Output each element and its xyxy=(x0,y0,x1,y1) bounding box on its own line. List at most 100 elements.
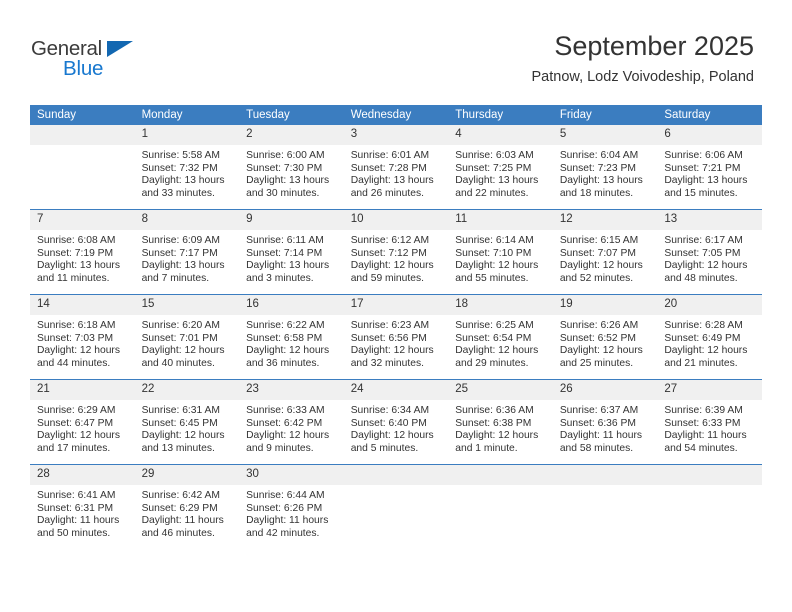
calendar-day-cell[interactable]: 20 Sunrise: 6:28 AM Sunset: 6:49 PM Dayligh… xyxy=(657,294,762,380)
day-detail-line: Sunrise: 6:28 AM xyxy=(664,320,743,331)
day-details xyxy=(30,145,135,150)
day-detail-line: and 55 minutes. xyxy=(455,272,529,284)
calendar-day-cell[interactable]: 23 Sunrise: 6:33 AM Sunset: 6:42 PM Dayligh… xyxy=(239,379,344,465)
day-detail-line: and 3 minutes. xyxy=(246,272,314,284)
day-detail-line: Daylight: 11 hours xyxy=(559,430,643,442)
calendar-day-cell[interactable]: 10 Sunrise: 6:12 AM Sunset: 7:12 PM Dayligh… xyxy=(343,209,449,295)
calendar-day-cell[interactable]: 27 Sunrise: 6:39 AM Sunset: 6:33 PM Dayligh… xyxy=(657,379,762,465)
calendar-day-cell[interactable]: 24 Sunrise: 6:34 AM Sunset: 6:40 PM Dayligh… xyxy=(343,379,449,465)
calendar-day-cell[interactable]: 2 Sunrise: 6:00 AM Sunset: 7:30 PM Daylight… xyxy=(239,125,344,210)
calendar-day-cell[interactable]: 21 Sunrise: 6:29 AM Sunset: 6:47 PM Dayligh… xyxy=(30,379,135,465)
day-detail-line: and 21 minutes. xyxy=(664,357,738,369)
day-detail-line: Sunset: 7:03 PM xyxy=(37,332,114,344)
day-detail-line: and 59 minutes. xyxy=(350,272,424,284)
day-number: 18 xyxy=(448,295,553,315)
calendar-day-cell[interactable]: 19 Sunrise: 6:26 AM Sunset: 6:52 PM Dayligh… xyxy=(552,294,658,380)
calendar-day-cell[interactable]: 4 Sunrise: 6:03 AM Sunset: 7:25 PM Daylight… xyxy=(448,125,553,210)
day-detail-line: Sunset: 7:17 PM xyxy=(141,247,218,259)
calendar-day-cell[interactable]: 26 Sunrise: 6:37 AM Sunset: 6:36 PM Dayligh… xyxy=(552,379,658,465)
day-detail-line: Sunrise: 6:31 AM xyxy=(141,405,220,416)
day-detail-line: Sunrise: 6:04 AM xyxy=(559,150,639,161)
day-detail-line: Sunrise: 6:29 AM xyxy=(37,405,116,416)
day-detail-line: Daylight: 12 hours xyxy=(246,345,330,357)
day-detail-line: Sunset: 7:10 PM xyxy=(455,247,532,259)
logo-text-blue: Blue xyxy=(63,57,104,80)
day-number: 3 xyxy=(343,125,449,145)
day-detail-line: Daylight: 13 hours xyxy=(246,175,330,187)
calendar-day-cell[interactable]: 15 Sunrise: 6:20 AM Sunset: 7:01 PM Dayligh… xyxy=(134,294,240,380)
calendar-day-cell[interactable]: 30 Sunrise: 6:44 AM Sunset: 6:26 PM Dayligh… xyxy=(239,464,344,549)
general-blue-logo: General Blue xyxy=(31,37,151,83)
calendar-day-cell[interactable]: 12 Sunrise: 6:15 AM Sunset: 7:07 PM Dayligh… xyxy=(552,209,658,295)
day-detail-line: and 46 minutes. xyxy=(141,527,215,539)
day-detail-line: and 50 minutes. xyxy=(37,527,111,539)
day-details: Sunrise: 6:29 AM Sunset: 6:47 PM Daylight:… xyxy=(30,400,135,455)
calendar-day-cell[interactable]: 17 Sunrise: 6:23 AM Sunset: 6:56 PM Dayligh… xyxy=(343,294,449,380)
calendar-day-cell[interactable]: 5 Sunrise: 6:04 AM Sunset: 7:23 PM Daylight… xyxy=(552,125,658,210)
calendar-cell-empty xyxy=(30,125,135,210)
calendar-week-row: 28 Sunrise: 6:41 AM Sunset: 6:31 PM Dayligh… xyxy=(30,464,762,549)
day-number: 26 xyxy=(552,380,658,400)
day-detail-line: Sunset: 6:33 PM xyxy=(664,417,741,429)
day-number: 19 xyxy=(552,295,658,315)
day-number: 12 xyxy=(552,210,658,230)
day-details: Sunrise: 6:03 AM Sunset: 7:25 PM Daylight:… xyxy=(448,145,553,200)
calendar-day-cell[interactable]: 3 Sunrise: 6:01 AM Sunset: 7:28 PM Daylight… xyxy=(343,125,449,210)
day-detail-line: Sunset: 7:01 PM xyxy=(141,332,218,344)
day-detail-line: and 5 minutes. xyxy=(350,442,419,454)
day-detail-line: and 33 minutes. xyxy=(141,187,215,199)
calendar-day-cell[interactable]: 25 Sunrise: 6:36 AM Sunset: 6:38 PM Dayligh… xyxy=(448,379,553,465)
day-number: 2 xyxy=(239,125,344,145)
day-details: Sunrise: 6:34 AM Sunset: 6:40 PM Daylight:… xyxy=(344,400,449,455)
day-number: 10 xyxy=(343,210,449,230)
calendar-day-cell[interactable]: 8 Sunrise: 6:09 AM Sunset: 7:17 PM Daylight… xyxy=(134,209,240,295)
day-detail-line: Sunrise: 6:41 AM xyxy=(37,490,116,501)
day-detail-line: Daylight: 13 hours xyxy=(246,260,330,272)
day-detail-line: Sunset: 7:21 PM xyxy=(664,162,741,174)
day-detail-line: Daylight: 13 hours xyxy=(141,175,225,187)
calendar-day-cell[interactable]: 22 Sunrise: 6:31 AM Sunset: 6:45 PM Dayligh… xyxy=(134,379,240,465)
day-number: 11 xyxy=(448,210,553,230)
day-details xyxy=(657,485,762,490)
day-detail-line: Sunset: 7:05 PM xyxy=(664,247,741,259)
day-number: 28 xyxy=(30,465,135,485)
calendar-body: 1 Sunrise: 5:58 AM Sunset: 7:32 PM Daylight… xyxy=(30,125,762,549)
calendar-day-cell[interactable]: 9 Sunrise: 6:11 AM Sunset: 7:14 PM Daylight… xyxy=(239,209,344,295)
day-detail-line: Sunrise: 6:23 AM xyxy=(350,320,430,331)
calendar-day-cell[interactable]: 16 Sunrise: 6:22 AM Sunset: 6:58 PM Dayligh… xyxy=(239,294,344,380)
calendar-day-cell[interactable]: 13 Sunrise: 6:17 AM Sunset: 7:05 PM Dayligh… xyxy=(657,209,762,295)
day-number: 5 xyxy=(552,125,658,145)
calendar-day-cell[interactable]: 6 Sunrise: 6:06 AM Sunset: 7:21 PM Daylight… xyxy=(657,125,762,210)
day-detail-line: Sunrise: 6:18 AM xyxy=(37,320,116,331)
calendar-week-row: 14 Sunrise: 6:18 AM Sunset: 7:03 PM Dayligh… xyxy=(30,294,762,380)
calendar-day-cell[interactable]: 18 Sunrise: 6:25 AM Sunset: 6:54 PM Dayligh… xyxy=(448,294,553,380)
day-detail-line: and 17 minutes. xyxy=(37,442,111,454)
day-detail-line: Sunrise: 6:15 AM xyxy=(559,235,639,246)
day-detail-line: Daylight: 11 hours xyxy=(141,515,224,527)
day-number xyxy=(448,465,553,485)
day-detail-line: Sunrise: 6:26 AM xyxy=(559,320,639,331)
day-detail-line: Daylight: 12 hours xyxy=(455,430,539,442)
calendar-day-cell[interactable]: 1 Sunrise: 5:58 AM Sunset: 7:32 PM Daylight… xyxy=(134,125,240,210)
calendar-day-cell[interactable]: 14 Sunrise: 6:18 AM Sunset: 7:03 PM Dayligh… xyxy=(30,294,135,380)
day-detail-line: Sunset: 6:29 PM xyxy=(141,502,218,514)
day-detail-line: and 15 minutes. xyxy=(664,187,738,199)
day-detail-line: Sunset: 6:52 PM xyxy=(559,332,636,344)
calendar-day-cell[interactable]: 11 Sunrise: 6:14 AM Sunset: 7:10 PM Dayligh… xyxy=(448,209,553,295)
day-detail-line: Sunrise: 6:17 AM xyxy=(664,235,743,246)
day-detail-line: and 36 minutes. xyxy=(246,357,320,369)
day-detail-line: and 22 minutes. xyxy=(455,187,529,199)
day-details: Sunrise: 5:58 AM Sunset: 7:32 PM Daylight:… xyxy=(135,145,240,200)
calendar-day-cell[interactable]: 7 Sunrise: 6:08 AM Sunset: 7:19 PM Daylight… xyxy=(30,209,135,295)
calendar-day-cell[interactable]: 29 Sunrise: 6:42 AM Sunset: 6:29 PM Dayligh… xyxy=(134,464,240,549)
day-details: Sunrise: 6:37 AM Sunset: 6:36 PM Daylight:… xyxy=(553,400,658,455)
calendar-day-cell[interactable]: 28 Sunrise: 6:41 AM Sunset: 6:31 PM Dayligh… xyxy=(30,464,135,549)
weekday-header-wednesday: Wednesday xyxy=(343,105,449,125)
day-detail-line: Sunset: 6:40 PM xyxy=(350,417,427,429)
calendar-week-row: 7 Sunrise: 6:08 AM Sunset: 7:19 PM Daylight… xyxy=(30,209,762,295)
day-number: 21 xyxy=(30,380,135,400)
day-detail-line: Daylight: 12 hours xyxy=(37,430,120,442)
day-details: Sunrise: 6:31 AM Sunset: 6:45 PM Daylight:… xyxy=(135,400,240,455)
day-details xyxy=(448,485,553,490)
title-block: September 2025 Patnow, Lodz Voivodeship,… xyxy=(532,30,755,86)
